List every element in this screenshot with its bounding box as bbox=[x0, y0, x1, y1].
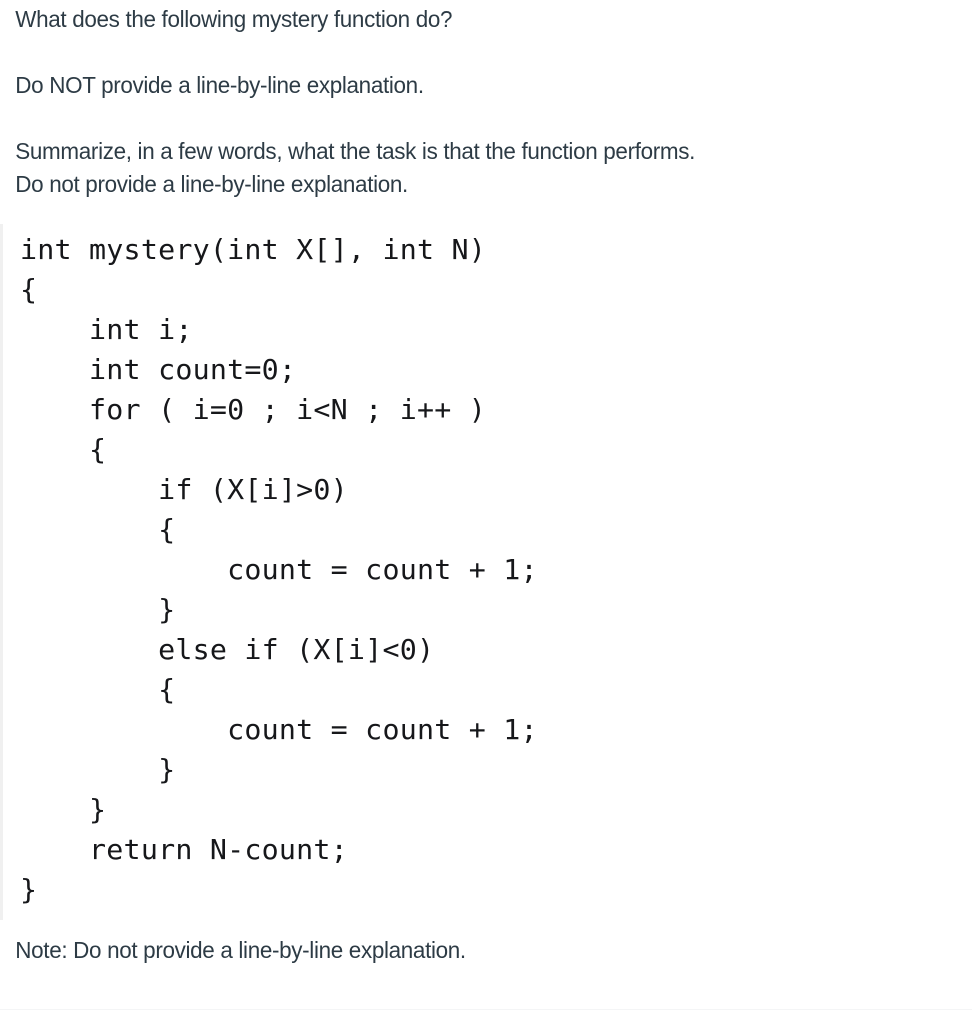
prompt-section: What does the following mystery function… bbox=[0, 0, 972, 201]
bottom-divider bbox=[0, 1009, 972, 1010]
note-section: Note: Do not provide a line-by-line expl… bbox=[0, 934, 972, 967]
prompt-line-2: Do NOT provide a line-by-line explanatio… bbox=[15, 72, 424, 98]
page-root: What does the following mystery function… bbox=[0, 0, 972, 1012]
prompt-line-3: Summarize, in a few words, what the task… bbox=[15, 138, 696, 197]
code-block: int mystery(int X[], int N) { int i; int… bbox=[0, 224, 972, 920]
note-text: Note: Do not provide a line-by-line expl… bbox=[15, 937, 466, 963]
prompt-line-1: What does the following mystery function… bbox=[15, 6, 453, 32]
code-block-content: int mystery(int X[], int N) { int i; int… bbox=[20, 234, 538, 906]
